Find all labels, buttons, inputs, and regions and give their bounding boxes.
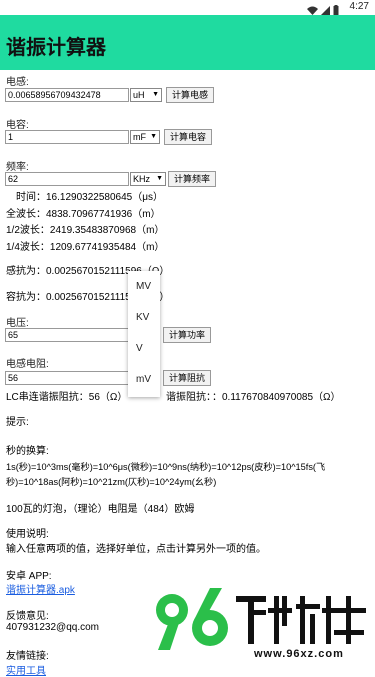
capacitance-unit-value: mF bbox=[133, 132, 146, 142]
result-half-wave: 1/2波长：2419.35483870968（m） bbox=[6, 225, 165, 236]
status-time: 4:27 bbox=[349, 1, 369, 12]
capacitance-label: 电容: bbox=[6, 120, 29, 131]
feedback-label: 反馈意见: bbox=[6, 611, 49, 622]
main-content: 电感: 0.00658956709432478 uH ▼ 计算电感 电容: 1 m… bbox=[0, 70, 375, 677]
parallel-impedance-prefix: 谐振阻抗： bbox=[166, 392, 216, 403]
tips-label: 提示: bbox=[6, 417, 29, 428]
unit-option-mv-milli[interactable]: mV bbox=[128, 364, 160, 395]
watermark-url: www.96xz.com bbox=[254, 648, 344, 660]
frequency-label: 频率: bbox=[6, 162, 29, 173]
chevron-down-icon: ▼ bbox=[152, 91, 159, 98]
unit-option-kv[interactable]: KV bbox=[128, 302, 160, 333]
frequency-unit-select[interactable]: KHz ▼ bbox=[130, 172, 166, 186]
page-title: 谐振计算器 bbox=[6, 37, 106, 59]
android-label: 安卓 APP: bbox=[6, 571, 52, 582]
capacitance-input[interactable]: 1 bbox=[5, 130, 129, 144]
result-quarter-wave: 1/4波长：1209.67741935484（m） bbox=[6, 242, 165, 253]
result-time: 时间：16.1290322580645（μs） bbox=[16, 192, 163, 203]
series-impedance: LC串连谐振阻抗：56（Ω） bbox=[6, 392, 128, 403]
voltage-unit-dropdown: MV KV V mV bbox=[128, 271, 160, 397]
units-title: 秒的换算: bbox=[6, 446, 49, 457]
inductance-unit-select[interactable]: uH ▼ bbox=[130, 88, 162, 102]
result-full-wave: 全波长：4838.70967741936（m） bbox=[6, 209, 161, 220]
bulb-note: 100瓦的灯泡，（理论）电阻是（484）欧姆 bbox=[6, 504, 195, 515]
calc-frequency-button[interactable]: 计算频率 bbox=[168, 171, 216, 187]
status-bar: 4:27 bbox=[0, 0, 375, 15]
links-label: 友情链接: bbox=[6, 651, 49, 662]
units-line-2: 秒)=10^18as(阿秒)=10^21zm(仄秒)=10^24ym(幺秒) bbox=[6, 477, 217, 487]
units-line-1: 1s(秒)=10^3ms(毫秒)=10^6μs(微秒)=10^9ns(纳秒)=1… bbox=[6, 462, 326, 472]
feedback-email: 407931232@qq.com bbox=[6, 622, 99, 633]
calc-capacitance-button[interactable]: 计算电容 bbox=[164, 129, 212, 145]
resistance-label: 电感电阻: bbox=[6, 359, 49, 370]
voltage-input[interactable]: 65 bbox=[5, 328, 129, 342]
inductance-unit-value: uH bbox=[133, 90, 145, 100]
voltage-label: 电压: bbox=[6, 318, 29, 329]
tools-link[interactable]: 实用工具 bbox=[6, 662, 46, 677]
capacitance-unit-select[interactable]: mF ▼ bbox=[130, 130, 160, 144]
app-header: 谐振计算器 bbox=[0, 15, 375, 70]
calc-inductance-button[interactable]: 计算电感 bbox=[166, 87, 214, 103]
inductance-label: 电感: bbox=[6, 77, 29, 88]
apk-download-link[interactable]: 谐振计算器.apk bbox=[6, 581, 75, 596]
calc-impedance-button[interactable]: 计算阻抗 bbox=[163, 370, 211, 386]
resistance-input[interactable]: 56 bbox=[5, 371, 129, 385]
inductance-input[interactable]: 0.00658956709432478 bbox=[5, 88, 129, 102]
frequency-unit-value: KHz bbox=[133, 174, 151, 184]
unit-option-mv-mega[interactable]: MV bbox=[128, 271, 160, 302]
parallel-impedance: ：0.117670840970085（Ω） bbox=[212, 392, 341, 403]
watermark-logo: www.96xz.com bbox=[150, 580, 375, 666]
usage-title: 使用说明: bbox=[6, 529, 49, 540]
chevron-down-icon: ▼ bbox=[150, 133, 157, 140]
usage-text: 输入任意两项的值，选择好单位，点击计算另外一项的值。 bbox=[6, 544, 266, 555]
calc-power-button[interactable]: 计算功率 bbox=[163, 327, 211, 343]
frequency-input[interactable]: 62 bbox=[5, 172, 129, 186]
unit-option-v[interactable]: V bbox=[128, 333, 160, 364]
chevron-down-icon: ▼ bbox=[156, 175, 163, 182]
